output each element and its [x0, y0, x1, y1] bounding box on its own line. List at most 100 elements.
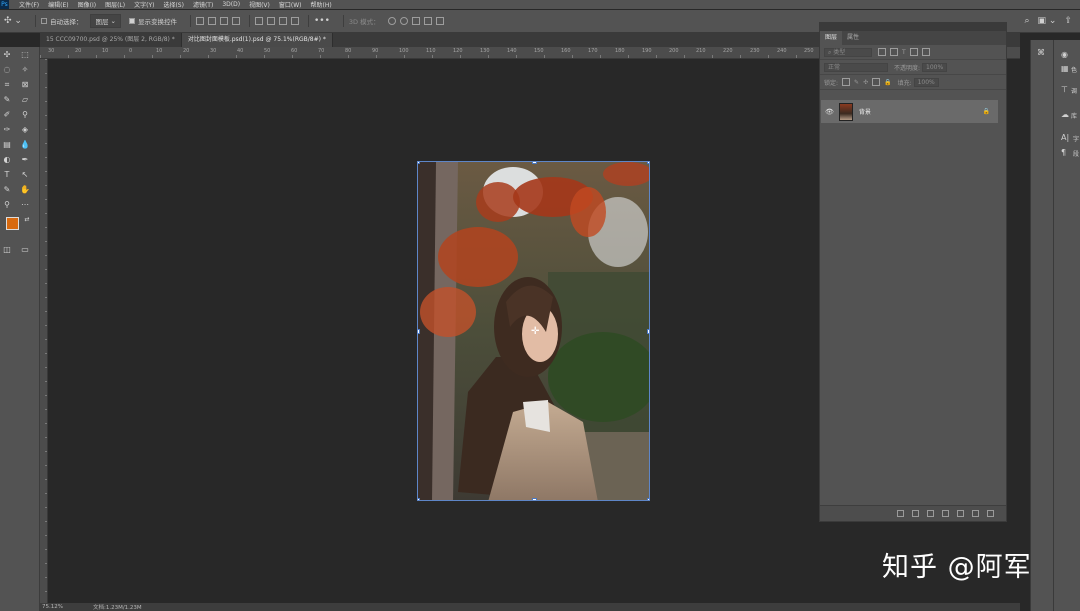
crop-tool-icon[interactable]: ⌗: [2, 80, 12, 90]
lock-artboard-icon[interactable]: [872, 78, 881, 86]
lasso-tool-icon[interactable]: ◌: [2, 65, 12, 75]
zoom-level[interactable]: 75.12%: [42, 604, 63, 610]
more-tools-icon[interactable]: ⋯: [20, 200, 30, 210]
transform-handle-top-right[interactable]: [647, 162, 649, 164]
opacity-field[interactable]: 100%: [922, 62, 948, 72]
frame-tool-icon[interactable]: ⊠: [20, 80, 30, 90]
menu-3d[interactable]: 3D(D): [222, 1, 240, 8]
transform-handle-bottom-left[interactable]: [418, 498, 420, 500]
3d-pan-icon[interactable]: [411, 17, 420, 25]
eraser-tool-icon[interactable]: ◈: [20, 125, 30, 135]
adjustments-panel-icon[interactable]: ⊤: [1061, 85, 1068, 94]
new-group-icon[interactable]: [957, 510, 964, 517]
eyedropper-tool-icon[interactable]: ✎: [2, 95, 12, 105]
search-icon[interactable]: ⌕: [1025, 16, 1030, 26]
zoom-tool-icon[interactable]: ⚲: [2, 200, 12, 210]
dock-label-character[interactable]: 字: [1073, 134, 1079, 143]
transform-handle-right[interactable]: [647, 329, 649, 334]
auto-select-target-dropdown[interactable]: 图层 ⌄: [90, 14, 121, 28]
tab-document-1[interactable]: 15 CCC09700.psd @ 25% (图层 2, RGB/8) *: [40, 33, 182, 47]
menu-view[interactable]: 视图(V): [249, 0, 270, 9]
shape-tool-icon[interactable]: ✎: [2, 185, 12, 195]
filter-type-icon[interactable]: T: [902, 49, 906, 56]
align-middle-icon[interactable]: [266, 17, 275, 25]
dodge-tool-icon[interactable]: ◐: [2, 155, 12, 165]
hand-tool-icon[interactable]: ✋: [20, 185, 30, 195]
paragraph-panel-icon[interactable]: ¶: [1061, 148, 1066, 157]
3d-slide-icon[interactable]: [423, 17, 432, 25]
blend-mode-dropdown[interactable]: 正常: [824, 62, 888, 72]
move-tool-preset-icon[interactable]: ✣ ⌄: [4, 16, 22, 26]
transform-handle-bottom[interactable]: [532, 498, 537, 500]
more-options-icon[interactable]: •••: [314, 16, 330, 26]
history-icon[interactable]: ⌘: [1037, 48, 1045, 57]
filter-smart-object-icon[interactable]: [921, 48, 930, 56]
tab-document-2[interactable]: 对比图封面模板.psd(1).psd @ 75.1%(RGB/8#) *: [181, 33, 333, 47]
type-tool-icon[interactable]: T: [2, 170, 12, 180]
transform-handle-top[interactable]: [532, 162, 537, 164]
layer-mask-icon[interactable]: [927, 510, 934, 517]
align-justify-icon[interactable]: [231, 17, 240, 25]
distribute-icon[interactable]: [290, 17, 299, 25]
menu-file[interactable]: 文件(F): [19, 0, 39, 9]
stamp-tool-icon[interactable]: ⚲: [20, 110, 30, 120]
transform-handle-left[interactable]: [418, 329, 420, 334]
lock-image-icon[interactable]: ✎: [854, 79, 859, 86]
character-panel-icon[interactable]: A|: [1061, 133, 1069, 142]
menu-window[interactable]: 窗口(W): [279, 0, 302, 9]
path-selection-tool-icon[interactable]: ↖: [20, 170, 30, 180]
dock-label-adjust[interactable]: 调: [1071, 86, 1077, 95]
3d-roll-icon[interactable]: [399, 17, 408, 25]
layer-style-icon[interactable]: [912, 510, 919, 517]
tab-properties[interactable]: 属性: [842, 31, 864, 45]
document-size[interactable]: 文档:1.23M/1.23M: [93, 603, 142, 611]
lock-position-icon[interactable]: ✣: [863, 79, 868, 86]
blur-tool-icon[interactable]: 💧: [20, 140, 30, 150]
adjustment-layer-icon[interactable]: [942, 510, 949, 517]
share-icon[interactable]: ⇪: [1064, 16, 1072, 26]
layer-name[interactable]: 背景: [859, 107, 871, 116]
tab-layers[interactable]: 图层: [820, 31, 843, 45]
filter-pixel-icon[interactable]: [878, 48, 886, 56]
menu-select[interactable]: 选择(S): [163, 0, 184, 9]
lock-transparent-icon[interactable]: [842, 78, 851, 86]
brush-tool-icon[interactable]: ✐: [2, 110, 12, 120]
lock-all-icon[interactable]: 🔒: [884, 79, 891, 86]
ruler-tool-icon[interactable]: ▱: [20, 95, 30, 105]
show-transform-controls-checkbox[interactable]: 显示变换控件: [128, 16, 177, 26]
workspace-icon[interactable]: ▣ ⌄: [1038, 16, 1057, 26]
filter-shape-icon[interactable]: [909, 48, 918, 56]
3d-orbit-icon[interactable]: [387, 17, 396, 25]
new-layer-icon[interactable]: [972, 510, 979, 517]
foreground-color-swatch[interactable]: [6, 217, 19, 230]
link-layers-icon[interactable]: [897, 510, 904, 517]
transform-handle-bottom-right[interactable]: [647, 498, 649, 500]
align-right-icon[interactable]: [219, 17, 228, 25]
pen-tool-icon[interactable]: ✒: [20, 155, 30, 165]
delete-layer-icon[interactable]: [987, 510, 994, 517]
panel-title-strip[interactable]: [820, 23, 1006, 31]
dock-label-library[interactable]: 库: [1071, 111, 1077, 120]
layer-row-background[interactable]: 👁 背景 🔒: [821, 100, 998, 123]
history-brush-tool-icon[interactable]: ✑: [2, 125, 12, 135]
align-bottom-icon[interactable]: [278, 17, 287, 25]
libraries-panel-icon[interactable]: ☁: [1061, 110, 1069, 119]
transform-handle-top-left[interactable]: [418, 162, 420, 164]
dock-label-color[interactable]: 色: [1071, 65, 1077, 74]
align-left-icon[interactable]: [195, 17, 204, 25]
document-image[interactable]: ✛: [417, 161, 650, 501]
menu-layer[interactable]: 图层(L): [105, 0, 125, 9]
align-top-icon[interactable]: [254, 17, 263, 25]
color-panel-icon[interactable]: ◉: [1061, 50, 1068, 59]
swatches-panel-icon[interactable]: ▦: [1061, 64, 1069, 73]
move-tool-icon[interactable]: ✣: [2, 50, 12, 60]
fill-field[interactable]: 100%: [913, 77, 939, 87]
menu-image[interactable]: 图像(I): [78, 0, 96, 9]
menu-type[interactable]: 文字(Y): [134, 0, 154, 9]
swap-colors-icon[interactable]: ⇄: [22, 215, 32, 225]
dock-label-paragraph[interactable]: 段: [1073, 149, 1079, 158]
menu-help[interactable]: 帮助(H): [311, 0, 332, 9]
magic-wand-tool-icon[interactable]: ✧: [20, 65, 30, 75]
auto-select-checkbox[interactable]: 自动选择：: [40, 16, 82, 26]
marquee-tool-icon[interactable]: ⬚: [20, 50, 30, 60]
